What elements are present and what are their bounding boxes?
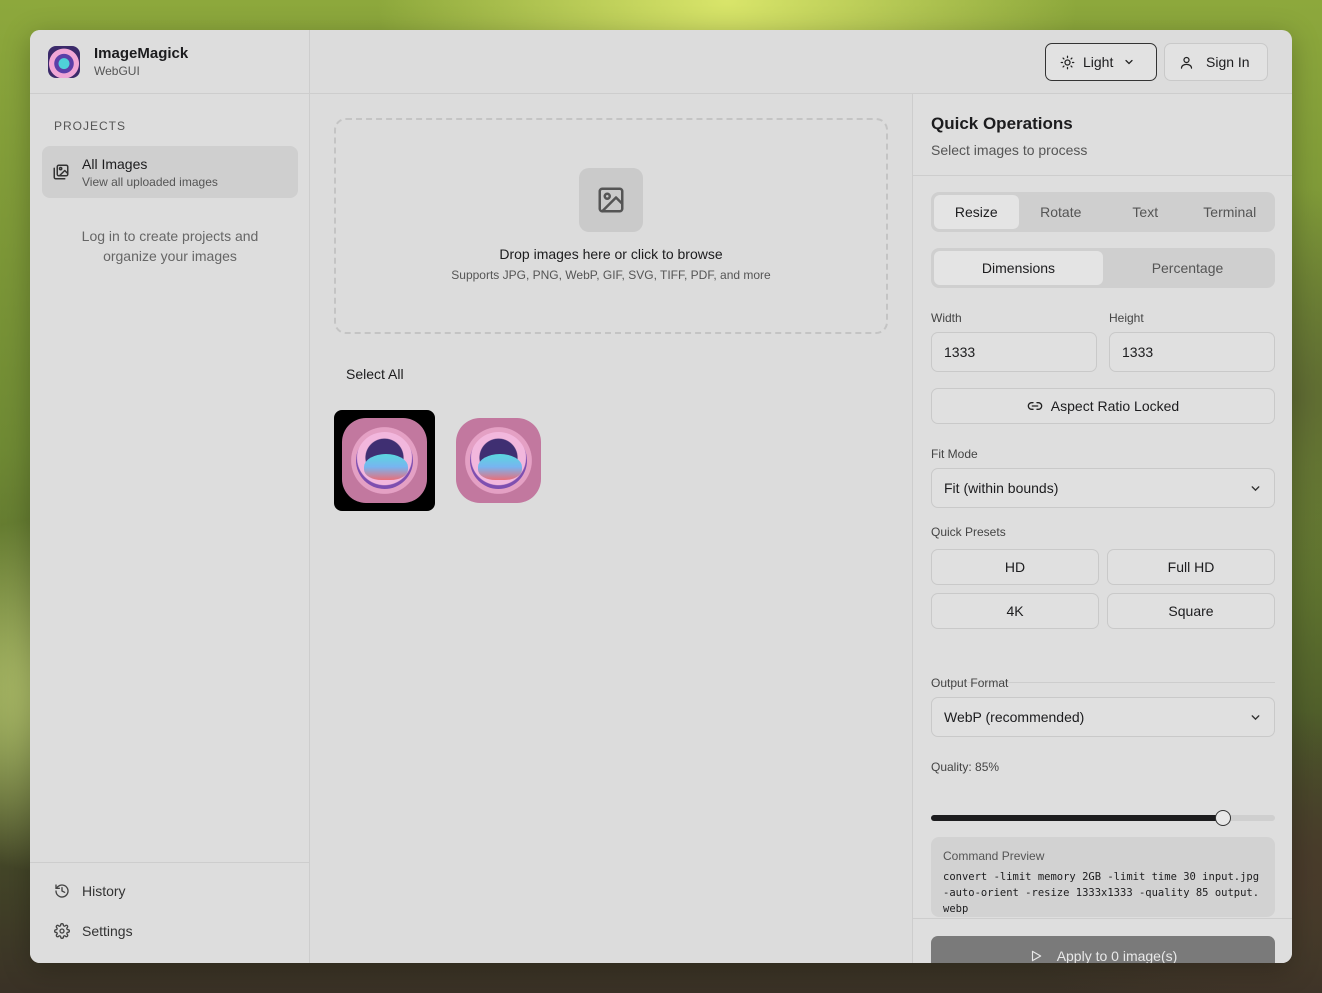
sun-icon <box>1060 55 1075 69</box>
sidebar-item-settings[interactable]: Settings <box>54 923 133 939</box>
app-logo-icon <box>48 45 80 78</box>
project-description: View all uploaded images <box>82 174 218 189</box>
play-icon <box>1031 950 1041 962</box>
quality-slider-fill <box>931 815 1224 821</box>
sidebar: ImageMagick WebGUI PROJECTS All Images V… <box>30 30 310 963</box>
fit-mode-label: Fit Mode <box>931 447 978 461</box>
thumbnail-image <box>456 418 541 503</box>
thumbnail-image <box>342 418 427 503</box>
apply-button[interactable]: Apply to 0 image(s) <box>931 936 1275 963</box>
tab-terminal[interactable]: Terminal <box>1188 195 1273 229</box>
sidebar-footer <box>30 862 310 863</box>
dropzone-title: Drop images here or click to browse <box>499 246 723 262</box>
image-thumbnail[interactable] <box>334 410 435 511</box>
chevron-down-icon <box>1125 59 1133 65</box>
resize-mode-tabs: Dimensions Percentage <box>931 248 1275 288</box>
panel-subtitle: Select images to process <box>931 142 1088 158</box>
preset-square-button[interactable]: Square <box>1107 593 1275 629</box>
images-icon <box>53 164 69 180</box>
command-preview-label: Command Preview <box>943 849 1045 863</box>
app-window: ImageMagick WebGUI PROJECTS All Images V… <box>30 30 1292 963</box>
width-label: Width <box>931 311 962 325</box>
gear-icon <box>54 923 70 939</box>
login-note: Log in to create projects and organize y… <box>81 228 259 264</box>
link-icon <box>1027 402 1043 410</box>
command-preview-text: convert -limit memory 2GB -limit time 30… <box>943 871 1260 915</box>
quality-slider[interactable] <box>931 810 1275 826</box>
top-bar: Light Sign In <box>310 30 1292 94</box>
panel-title: Quick Operations <box>931 114 1073 133</box>
sidebar-item-history[interactable]: History <box>54 883 126 899</box>
preset-full-hd-button[interactable]: Full HD <box>1107 549 1275 585</box>
tab-dimensions[interactable]: Dimensions <box>934 251 1103 285</box>
preset-4k-button[interactable]: 4K <box>931 593 1099 629</box>
theme-label: Light <box>1083 54 1114 70</box>
height-field[interactable]: 1333 <box>1109 332 1275 372</box>
history-label: History <box>82 883 126 899</box>
output-format-label: Output Format <box>931 676 1009 690</box>
sidebar-item-all-images[interactable]: All Images View all uploaded images <box>42 146 298 198</box>
project-name: All Images <box>82 155 148 172</box>
panel-header: Quick Operations Select images to proces… <box>913 94 1292 176</box>
user-icon <box>1180 56 1193 69</box>
app-name: ImageMagick <box>94 45 189 62</box>
aspect-ratio-lock-button[interactable]: Aspect Ratio Locked <box>931 388 1275 424</box>
image-upload-icon <box>579 168 643 232</box>
theme-select[interactable]: Light <box>1045 43 1157 81</box>
upload-dropzone[interactable]: Drop images here or click to browse Supp… <box>334 118 888 334</box>
dropzone-subtitle: Supports JPG, PNG, WebP, GIF, SVG, TIFF,… <box>451 268 771 282</box>
tab-resize[interactable]: Resize <box>934 195 1019 229</box>
tab-percentage[interactable]: Percentage <box>1103 251 1272 285</box>
apply-label: Apply to 0 image(s) <box>1056 948 1178 963</box>
operation-tabs: Resize Rotate Text Terminal <box>931 192 1275 232</box>
quick-presets-label: Quick Presets <box>931 525 1006 539</box>
quality-slider-thumb[interactable] <box>1215 810 1232 826</box>
settings-label: Settings <box>82 923 133 939</box>
preset-hd-button[interactable]: HD <box>931 549 1099 585</box>
tab-rotate[interactable]: Rotate <box>1019 195 1104 229</box>
sign-in-label: Sign In <box>1206 54 1250 70</box>
width-field[interactable]: 1333 <box>931 332 1097 372</box>
projects-section-label: PROJECTS <box>54 119 127 133</box>
quality-label: Quality: 85% <box>931 760 1000 774</box>
fit-mode-value: Fit (within bounds) <box>944 480 1059 496</box>
quick-operations-panel: Quick Operations Select images to proces… <box>912 94 1292 963</box>
output-format-value: WebP (recommended) <box>944 709 1085 725</box>
chevron-down-icon <box>1251 485 1260 491</box>
brand[interactable]: ImageMagick WebGUI <box>30 30 309 94</box>
chevron-down-icon <box>1251 714 1260 720</box>
sign-in-button[interactable]: Sign In <box>1164 43 1268 81</box>
fit-mode-select[interactable]: Fit (within bounds) <box>931 468 1275 508</box>
history-icon <box>55 884 69 898</box>
command-preview: Command Preview convert -limit memory 2G… <box>931 837 1275 917</box>
height-label: Height <box>1109 311 1144 325</box>
app-subtitle: WebGUI <box>94 64 140 78</box>
output-format-select[interactable]: WebP (recommended) <box>931 697 1275 737</box>
image-thumbnail[interactable] <box>448 410 549 511</box>
tab-text[interactable]: Text <box>1103 195 1188 229</box>
select-all-button[interactable]: Select All <box>346 366 404 382</box>
aspect-ratio-label: Aspect Ratio Locked <box>1050 398 1180 414</box>
